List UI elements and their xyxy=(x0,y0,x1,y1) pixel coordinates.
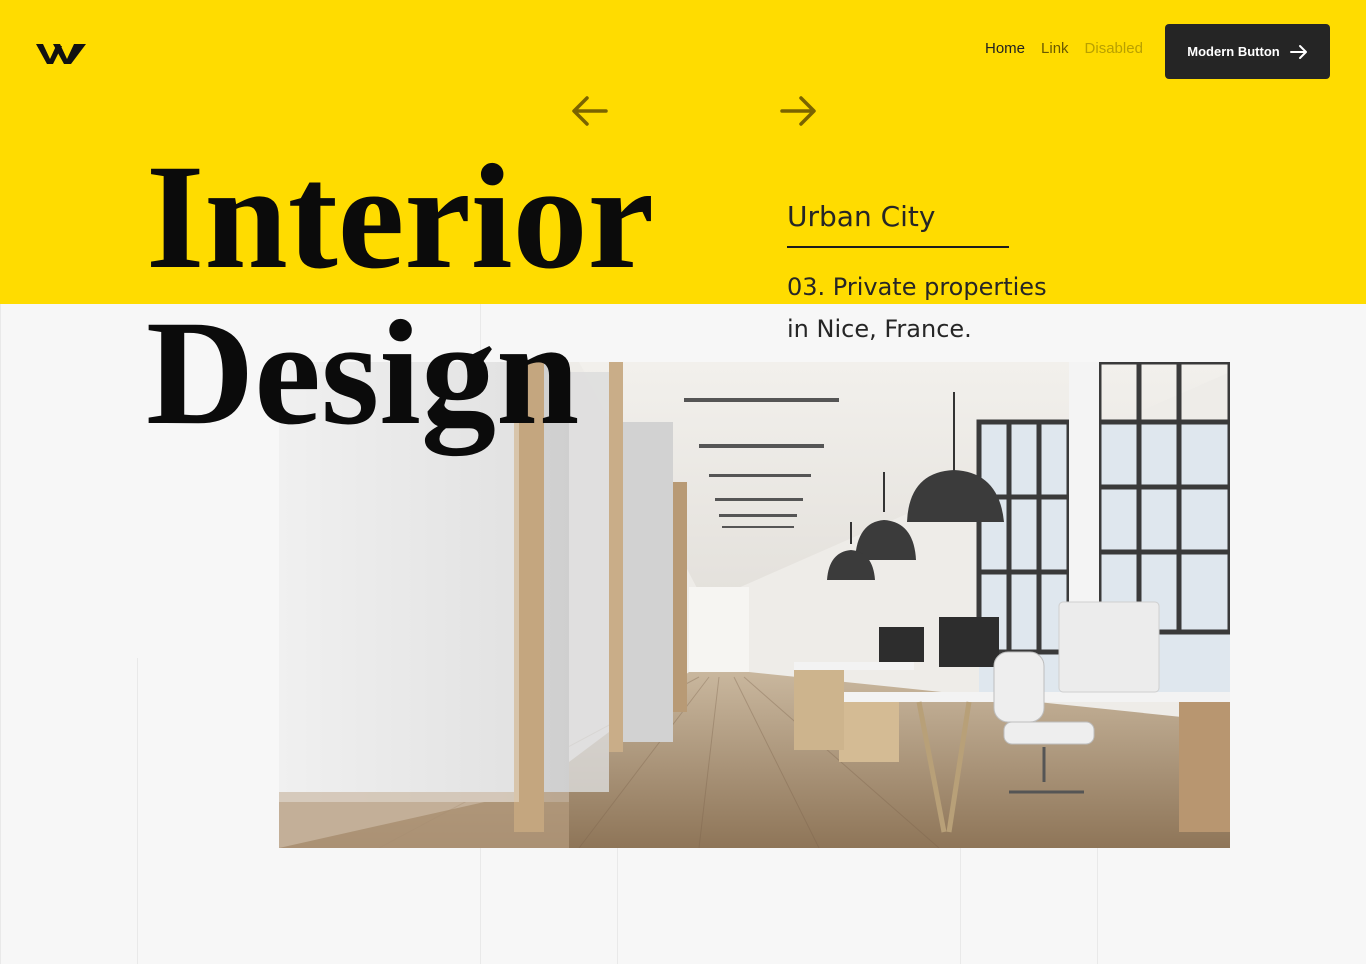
hero-title-line-1: Interior xyxy=(146,134,655,300)
nav-item-home[interactable]: Home xyxy=(985,40,1025,57)
hero-title-line-2: Design xyxy=(146,290,580,456)
hero-subtitle: Urban City xyxy=(787,200,936,233)
nav-item-link[interactable]: Link xyxy=(1041,40,1069,57)
subtitle-divider xyxy=(787,246,1009,248)
main-nav: Home Link Disabled xyxy=(985,40,1143,57)
modern-button-label: Modern Button xyxy=(1187,44,1280,59)
slider-prev-button[interactable] xyxy=(570,92,610,130)
hero-description: 03. Private properties in Nice, France. xyxy=(787,266,1047,350)
grid-line xyxy=(960,848,961,964)
modern-button[interactable]: Modern Button xyxy=(1165,24,1330,79)
hero-description-line-2: in Nice, France. xyxy=(787,315,972,343)
w-logo-icon[interactable] xyxy=(36,42,86,66)
hero-description-line-1: 03. Private properties xyxy=(787,273,1047,301)
arrow-left-icon xyxy=(572,96,608,126)
grid-line xyxy=(137,658,138,964)
grid-line xyxy=(0,304,1,964)
grid-line xyxy=(617,848,618,964)
arrow-right-icon xyxy=(1289,44,1308,60)
arrow-right-icon xyxy=(780,96,816,126)
slider-next-button[interactable] xyxy=(778,92,818,130)
nav-item-disabled: Disabled xyxy=(1084,40,1143,57)
grid-line xyxy=(1097,848,1098,964)
